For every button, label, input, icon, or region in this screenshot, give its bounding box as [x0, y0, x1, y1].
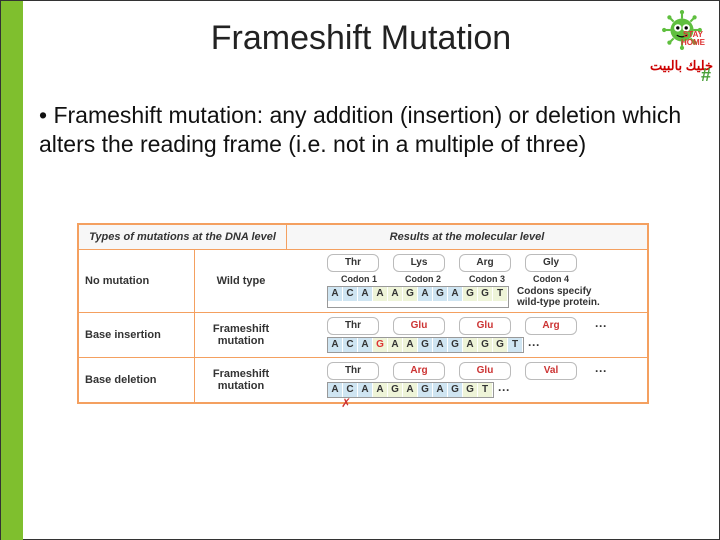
mutation-table: Types of mutations at the DNA level Resu…: [77, 223, 649, 404]
row2-content: Thr Glu Glu Arg ··· ACA GAA GAG AGG T ··…: [287, 313, 647, 357]
row1-note: Codons specify wild-type protein.: [517, 286, 609, 308]
bullet-text: • Frameshift mutation: any addition (ins…: [39, 101, 691, 160]
amino-acid: Thr: [327, 362, 379, 380]
row2-sub: Frameshift mutation: [195, 313, 287, 357]
stay-home-text: STAYHOME: [681, 31, 705, 47]
amino-acid: Lys: [393, 254, 445, 272]
table-header: Types of mutations at the DNA level Resu…: [79, 225, 647, 249]
codon-label: Codon 4: [519, 274, 583, 284]
amino-acid: Arg: [459, 254, 511, 272]
ellipsis-icon: ···: [498, 383, 510, 397]
corner-badge: STAYHOME خليك بالبيت #: [650, 9, 713, 74]
row-no-mutation: No mutation Wild type Thr Lys Arg Gly Co…: [79, 249, 647, 312]
row3-label: Base deletion: [79, 358, 195, 402]
amino-acid: Arg: [525, 317, 577, 335]
row1-content: Thr Lys Arg Gly Codon 1 Codon 2 Codon 3 …: [287, 250, 647, 312]
amino-acid: Thr: [327, 317, 379, 335]
row-deletion: Base deletion Frameshift mutation Thr Ar…: [79, 357, 647, 402]
amino-acid: Glu: [459, 362, 511, 380]
amino-acid: Glu: [393, 317, 445, 335]
row3-content: Thr Arg Glu Val ··· ACA AGA GAG GT ··· ✗: [287, 358, 647, 402]
ellipsis-icon: ···: [595, 319, 607, 333]
row2-label: Base insertion: [79, 313, 195, 357]
deletion-mark-icon: ✗: [341, 396, 351, 410]
sequence: ACA AAG AGA GGT: [327, 286, 509, 308]
row-insertion: Base insertion Frameshift mutation Thr G…: [79, 312, 647, 357]
sequence: ACA GAA GAG AGG T: [327, 337, 524, 353]
amino-acid: Glu: [459, 317, 511, 335]
hdr-left: Types of mutations at the DNA level: [79, 225, 287, 249]
codon-label: Codon 1: [327, 274, 391, 284]
amino-acid: Thr: [327, 254, 379, 272]
amino-acid: Val: [525, 362, 577, 380]
hdr-right: Results at the molecular level: [287, 225, 647, 249]
codon-label: Codon 3: [455, 274, 519, 284]
ellipsis-icon: ···: [528, 338, 540, 352]
slide-title: Frameshift Mutation: [1, 19, 720, 58]
ellipsis-icon: ···: [595, 364, 607, 378]
row3-sub: Frameshift mutation: [195, 358, 287, 402]
row1-label: No mutation: [79, 250, 195, 312]
row1-sub: Wild type: [195, 250, 287, 312]
sidebar-accent: [1, 1, 23, 540]
amino-acid: Gly: [525, 254, 577, 272]
sequence: ACA AGA GAG GT: [327, 382, 494, 398]
codon-label: Codon 2: [391, 274, 455, 284]
hash-icon: #: [701, 65, 711, 86]
amino-acid: Arg: [393, 362, 445, 380]
